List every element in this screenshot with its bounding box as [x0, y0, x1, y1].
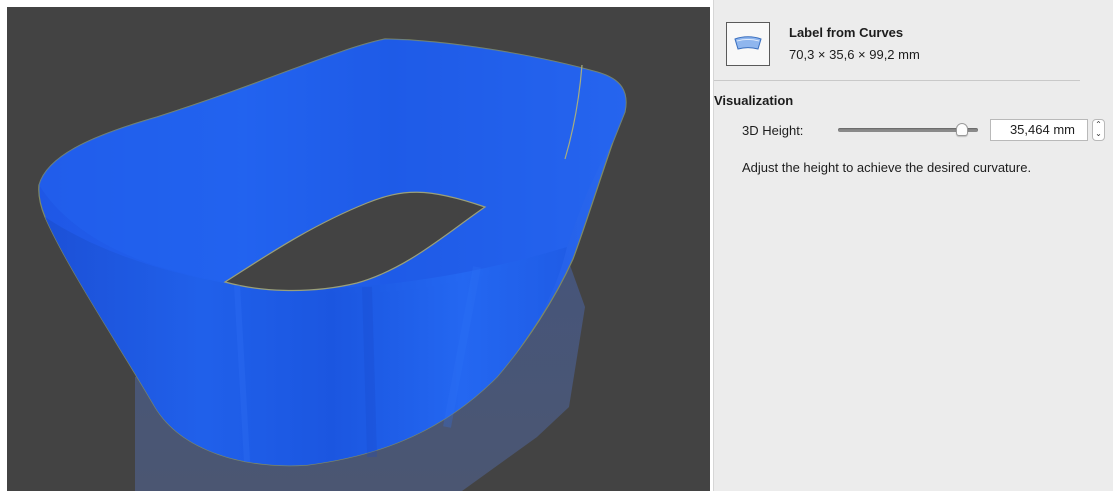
section-divider: [714, 80, 1080, 81]
3d-height-label: 3D Height:: [742, 123, 804, 138]
surface-shade: [362, 286, 377, 458]
3d-height-slider[interactable]: [838, 122, 980, 138]
object-dimensions: 70,3 × 35,6 × 99,2 mm: [789, 47, 920, 62]
app-window: Label from Curves 70,3 × 35,6 × 99,2 mm …: [0, 0, 1113, 491]
height-help-text: Adjust the height to achieve the desired…: [742, 160, 1032, 175]
object-title: Label from Curves: [789, 25, 904, 40]
label-curve-icon: [726, 22, 770, 66]
stepper-up-icon[interactable]: ⌃: [1093, 120, 1104, 129]
slider-thumb[interactable]: [956, 123, 968, 136]
inspector-panel: Label from Curves 70,3 × 35,6 × 99,2 mm …: [713, 0, 1113, 491]
visualization-section-title: Visualization: [714, 93, 794, 108]
3d-height-input[interactable]: 35,464 mm: [990, 119, 1088, 141]
viewport-canvas[interactable]: [7, 7, 710, 491]
stepper-down-icon[interactable]: ⌄: [1093, 129, 1104, 138]
3d-height-stepper[interactable]: ⌃ ⌄: [1092, 119, 1105, 141]
3d-viewport[interactable]: [7, 7, 710, 491]
